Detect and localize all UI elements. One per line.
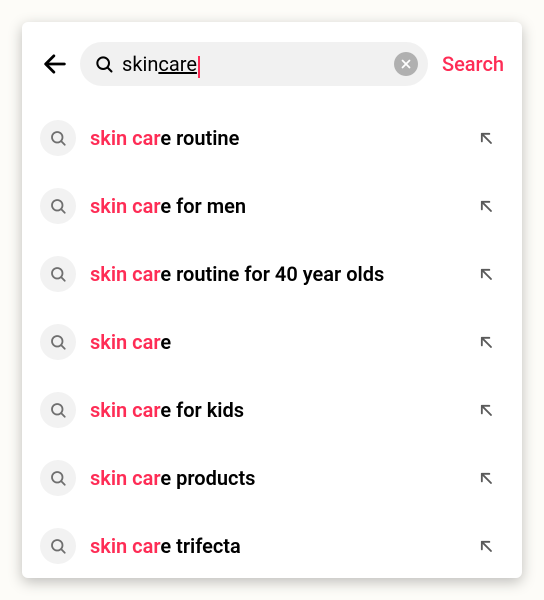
fill-search-button[interactable] — [474, 466, 498, 490]
arrow-up-left-icon — [476, 128, 496, 148]
text-cursor — [198, 56, 200, 78]
arrow-up-left-icon — [476, 264, 496, 284]
fill-search-button[interactable] — [474, 262, 498, 286]
search-input-value: skin care — [122, 52, 386, 76]
suggestion-text: skin care for men — [90, 194, 460, 219]
suggestion-item[interactable]: skin care for men — [40, 172, 504, 240]
search-icon — [40, 188, 76, 224]
close-icon — [400, 58, 412, 70]
fill-search-button[interactable] — [474, 534, 498, 558]
search-input-field[interactable]: skin care — [80, 42, 428, 86]
suggestion-item[interactable]: skin care routine — [40, 104, 504, 172]
search-icon — [40, 528, 76, 564]
arrow-up-left-icon — [476, 536, 496, 556]
search-icon — [40, 120, 76, 156]
search-icon — [40, 460, 76, 496]
back-button[interactable] — [40, 49, 70, 79]
suggestion-text: skin care routine for 40 year olds — [90, 262, 460, 287]
arrow-up-left-icon — [476, 400, 496, 420]
suggestion-text: skin care for kids — [90, 398, 460, 423]
suggestion-item[interactable]: skin care routine for 40 year olds — [40, 240, 504, 308]
search-icon — [94, 54, 114, 74]
search-screen: skin care Search skin care routineskin c… — [22, 22, 522, 578]
suggestion-item[interactable]: skin care for kids — [40, 376, 504, 444]
suggestion-text: skin care — [90, 330, 460, 355]
suggestion-text: skin care trifecta — [90, 534, 460, 559]
arrow-up-left-icon — [476, 196, 496, 216]
suggestion-item[interactable]: skin care trifecta — [40, 512, 504, 578]
fill-search-button[interactable] — [474, 330, 498, 354]
suggestion-list: skin care routine skin care for men skin c… — [40, 104, 504, 578]
suggestion-item[interactable]: skin care — [40, 308, 504, 376]
search-button[interactable]: Search — [442, 52, 504, 76]
arrow-left-icon — [41, 50, 69, 78]
search-bar: skin care Search — [40, 42, 504, 86]
search-icon — [40, 324, 76, 360]
clear-button[interactable] — [394, 52, 418, 76]
fill-search-button[interactable] — [474, 194, 498, 218]
suggestion-text: skin care products — [90, 466, 460, 491]
suggestion-item[interactable]: skin care products — [40, 444, 504, 512]
search-icon — [40, 392, 76, 428]
search-icon — [40, 256, 76, 292]
fill-search-button[interactable] — [474, 126, 498, 150]
arrow-up-left-icon — [476, 468, 496, 488]
fill-search-button[interactable] — [474, 398, 498, 422]
arrow-up-left-icon — [476, 332, 496, 352]
suggestion-text: skin care routine — [90, 126, 460, 151]
